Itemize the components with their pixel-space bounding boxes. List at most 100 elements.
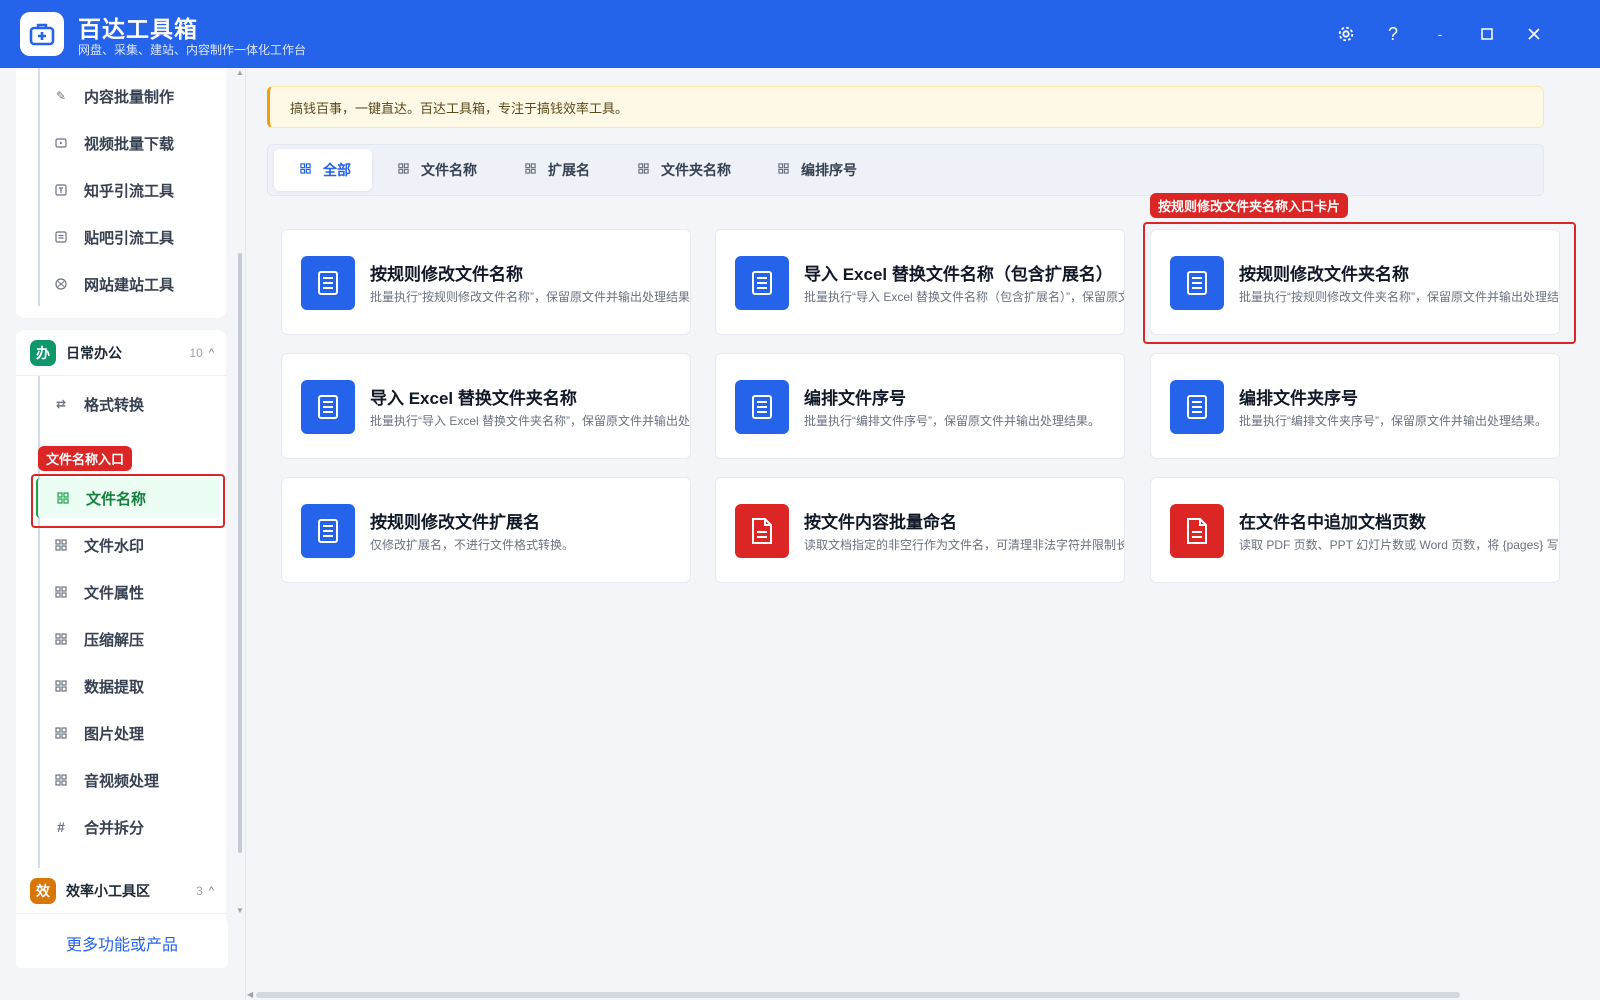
scroll-up-arrow-icon[interactable]: ▲: [236, 68, 244, 77]
tool-card-rename-files-by-rule[interactable]: 按规则修改文件名称 批量执行“按规则修改文件名称”，保留原文件并输出处理结果。: [281, 229, 691, 335]
toolbox-logo-icon: [20, 12, 64, 56]
group-badge: 效: [30, 877, 56, 904]
sidebar-item-label: 网站建站工具: [84, 276, 175, 294]
tool-card-rename-extension-by-rule[interactable]: 按规则修改文件扩展名仅修改扩展名，不进行文件格式转换。: [281, 477, 691, 583]
sidebar-item-label: 视频批量下载: [84, 135, 175, 153]
tool-card-title: 在文件名中追加文档页数: [1239, 513, 1426, 532]
grid-icon: [54, 585, 68, 599]
tab-all[interactable]: 全部: [274, 149, 372, 191]
document-icon: [301, 504, 355, 558]
tab-label: 扩展名: [548, 162, 590, 178]
sidebar-item-data-extract[interactable]: 数据提取: [36, 666, 226, 706]
tool-card-description: 仅修改扩展名，不进行文件格式转换。: [370, 538, 575, 552]
sidebar-group-office: 办 日常办公 10 ^ ⇄ 格式转换 文件名称 文件水印 文件属性 压缩解压 数…: [16, 330, 226, 934]
globe-icon: [54, 277, 68, 291]
sidebar-item-audio-video[interactable]: 音视频处理: [36, 760, 226, 800]
tool-card-title: 编排文件序号: [804, 389, 906, 408]
scroll-down-arrow-icon[interactable]: ▼: [236, 906, 244, 915]
sidebar-item-label: 图片处理: [84, 725, 145, 743]
document-icon: [735, 256, 789, 310]
tab-sequence[interactable]: 编排序号: [778, 149, 857, 191]
document-icon: [301, 256, 355, 310]
sidebar-item-label: 内容批量制作: [84, 88, 175, 106]
tool-card-title: 按文件内容批量命名: [804, 513, 957, 532]
minimize-icon[interactable]: -: [1426, 20, 1454, 48]
grid-icon: [778, 163, 789, 177]
help-icon[interactable]: ?: [1379, 20, 1407, 48]
grid-icon: [398, 163, 409, 177]
tool-card-number-files[interactable]: 编排文件序号 批量执行“编排文件序号”，保留原文件并输出处理结果。: [715, 353, 1125, 459]
group-header-efficiency[interactable]: 效 效率小工具区 3 ^: [16, 868, 226, 914]
category-tabs: 全部 文件名称 扩展名 文件夹名称 编排序号: [267, 144, 1544, 196]
title-bar: 百达工具箱 网盘、采集、建站、内容制作一体化工作台 ? -: [0, 0, 1600, 68]
grid-icon: [54, 679, 68, 693]
document-icon: [735, 380, 789, 434]
tab-extension[interactable]: 扩展名: [525, 149, 590, 191]
maximize-icon[interactable]: [1473, 20, 1501, 48]
hash-icon: #: [57, 819, 65, 835]
sidebar-item-image[interactable]: 图片处理: [36, 713, 226, 753]
sidebar-item-video-download[interactable]: 视频批量下载: [36, 123, 226, 163]
highlight-box-folder-rename: [1143, 222, 1576, 344]
tool-card-excel-replace-file-names[interactable]: 导入 Excel 替换文件名称（包含扩展名） 批量执行“导入 Excel 替换文件…: [715, 229, 1125, 335]
sidebar-item-file-properties[interactable]: 文件属性: [36, 572, 226, 612]
tool-card-append-page-count[interactable]: 在文件名中追加文档页数 读取 PDF 页数、PPT 幻灯片数或 Word 页数，将…: [1150, 477, 1560, 583]
settings-icon[interactable]: [1332, 20, 1360, 48]
tool-card-name-by-content[interactable]: 按文件内容批量命名 读取文档指定的非空行作为文件名，可清理非法字符并限制长度；: [715, 477, 1125, 583]
sidebar-item-zhihu[interactable]: 知乎引流工具: [36, 170, 226, 210]
sidebar-group-content: ✎ 内容批量制作 视频批量下载 知乎引流工具 贴吧引流工具 网站建站工具: [16, 68, 226, 318]
tab-file-name[interactable]: 文件名称: [398, 149, 477, 191]
sidebar-item-format-convert[interactable]: ⇄ 格式转换: [36, 384, 226, 424]
app-subtitle: 网盘、采集、建站、内容制作一体化工作台: [78, 43, 307, 57]
sidebar-item-tieba[interactable]: 贴吧引流工具: [36, 217, 226, 257]
tool-card-title: 导入 Excel 替换文件名称（包含扩展名）: [804, 265, 1113, 284]
sidebar: ✎ 内容批量制作 视频批量下载 知乎引流工具 贴吧引流工具 网站建站工具 办 日…: [0, 68, 246, 1000]
tool-card-title: 按规则修改文件名称: [370, 265, 523, 284]
grid-icon: [638, 163, 649, 177]
tool-card-title: 编排文件夹序号: [1239, 389, 1358, 408]
scroll-left-arrow-icon[interactable]: ◀: [247, 990, 253, 999]
sidebar-item-compress[interactable]: 压缩解压: [36, 619, 226, 659]
tool-card-description: 批量执行“导入 Excel 替换文件夹名称”，保留原文件并输出处理结: [370, 414, 691, 428]
group-header-office[interactable]: 办 日常办公 10 ^: [16, 330, 226, 376]
horizontal-scrollbar[interactable]: [256, 992, 1460, 998]
sidebar-item-label: 合并拆分: [84, 819, 145, 837]
tool-card-title: 按规则修改文件扩展名: [370, 513, 540, 532]
grid-icon: [54, 632, 68, 646]
sidebar-scrollbar-thumb[interactable]: [238, 253, 242, 853]
grid-icon: [525, 163, 536, 177]
pencil-icon: ✎: [55, 89, 67, 103]
tool-card-excel-replace-folder-names[interactable]: 导入 Excel 替换文件夹名称 批量执行“导入 Excel 替换文件夹名称”，保…: [281, 353, 691, 459]
sidebar-item-label: 格式转换: [84, 396, 145, 414]
chevron-up-icon: ^: [208, 884, 214, 897]
tool-card-description: 批量执行“导入 Excel 替换文件名称（包含扩展名）”，保留原文件: [804, 290, 1125, 304]
convert-icon: ⇄: [55, 397, 67, 411]
tab-label: 文件夹名称: [661, 162, 731, 178]
sidebar-item-label: 数据提取: [84, 678, 145, 696]
close-icon[interactable]: [1520, 20, 1548, 48]
sidebar-item-label: 音视频处理: [84, 772, 160, 790]
grid-icon: [54, 773, 68, 787]
sidebar-item-website[interactable]: 网站建站工具: [36, 264, 226, 304]
sidebar-item-file-watermark[interactable]: 文件水印: [36, 525, 226, 565]
annotation-tag-folder-rename: 按规则修改文件夹名称入口卡片: [1150, 193, 1349, 218]
zhihu-icon: [54, 183, 68, 197]
tab-label: 文件名称: [421, 162, 477, 178]
tab-folder-name[interactable]: 文件夹名称: [638, 149, 731, 191]
sidebar-item-label: 压缩解压: [84, 631, 145, 649]
sidebar-item-merge-split[interactable]: # 合并拆分: [36, 807, 226, 847]
annotation-tag-file-name: 文件名称入口: [38, 446, 133, 471]
grid-icon: [300, 163, 311, 177]
tool-card-number-folders[interactable]: 编排文件夹序号批量执行“编排文件夹序号”，保留原文件并输出处理结果。: [1150, 353, 1560, 459]
tab-label: 编排序号: [801, 162, 857, 178]
video-icon: [54, 136, 68, 150]
document-icon: [1170, 380, 1224, 434]
more-features-button[interactable]: 更多功能或产品: [16, 918, 228, 968]
group-count: 10: [189, 345, 203, 360]
document-icon: [1170, 504, 1224, 558]
highlight-box-file-name: [31, 474, 225, 528]
chevron-up-icon: ^: [208, 346, 214, 359]
sidebar-item-content-batch[interactable]: ✎ 内容批量制作: [36, 76, 226, 116]
tool-card-description: 批量执行“编排文件夹序号”，保留原文件并输出处理结果。: [1239, 414, 1547, 428]
group-count: 3: [196, 883, 203, 898]
